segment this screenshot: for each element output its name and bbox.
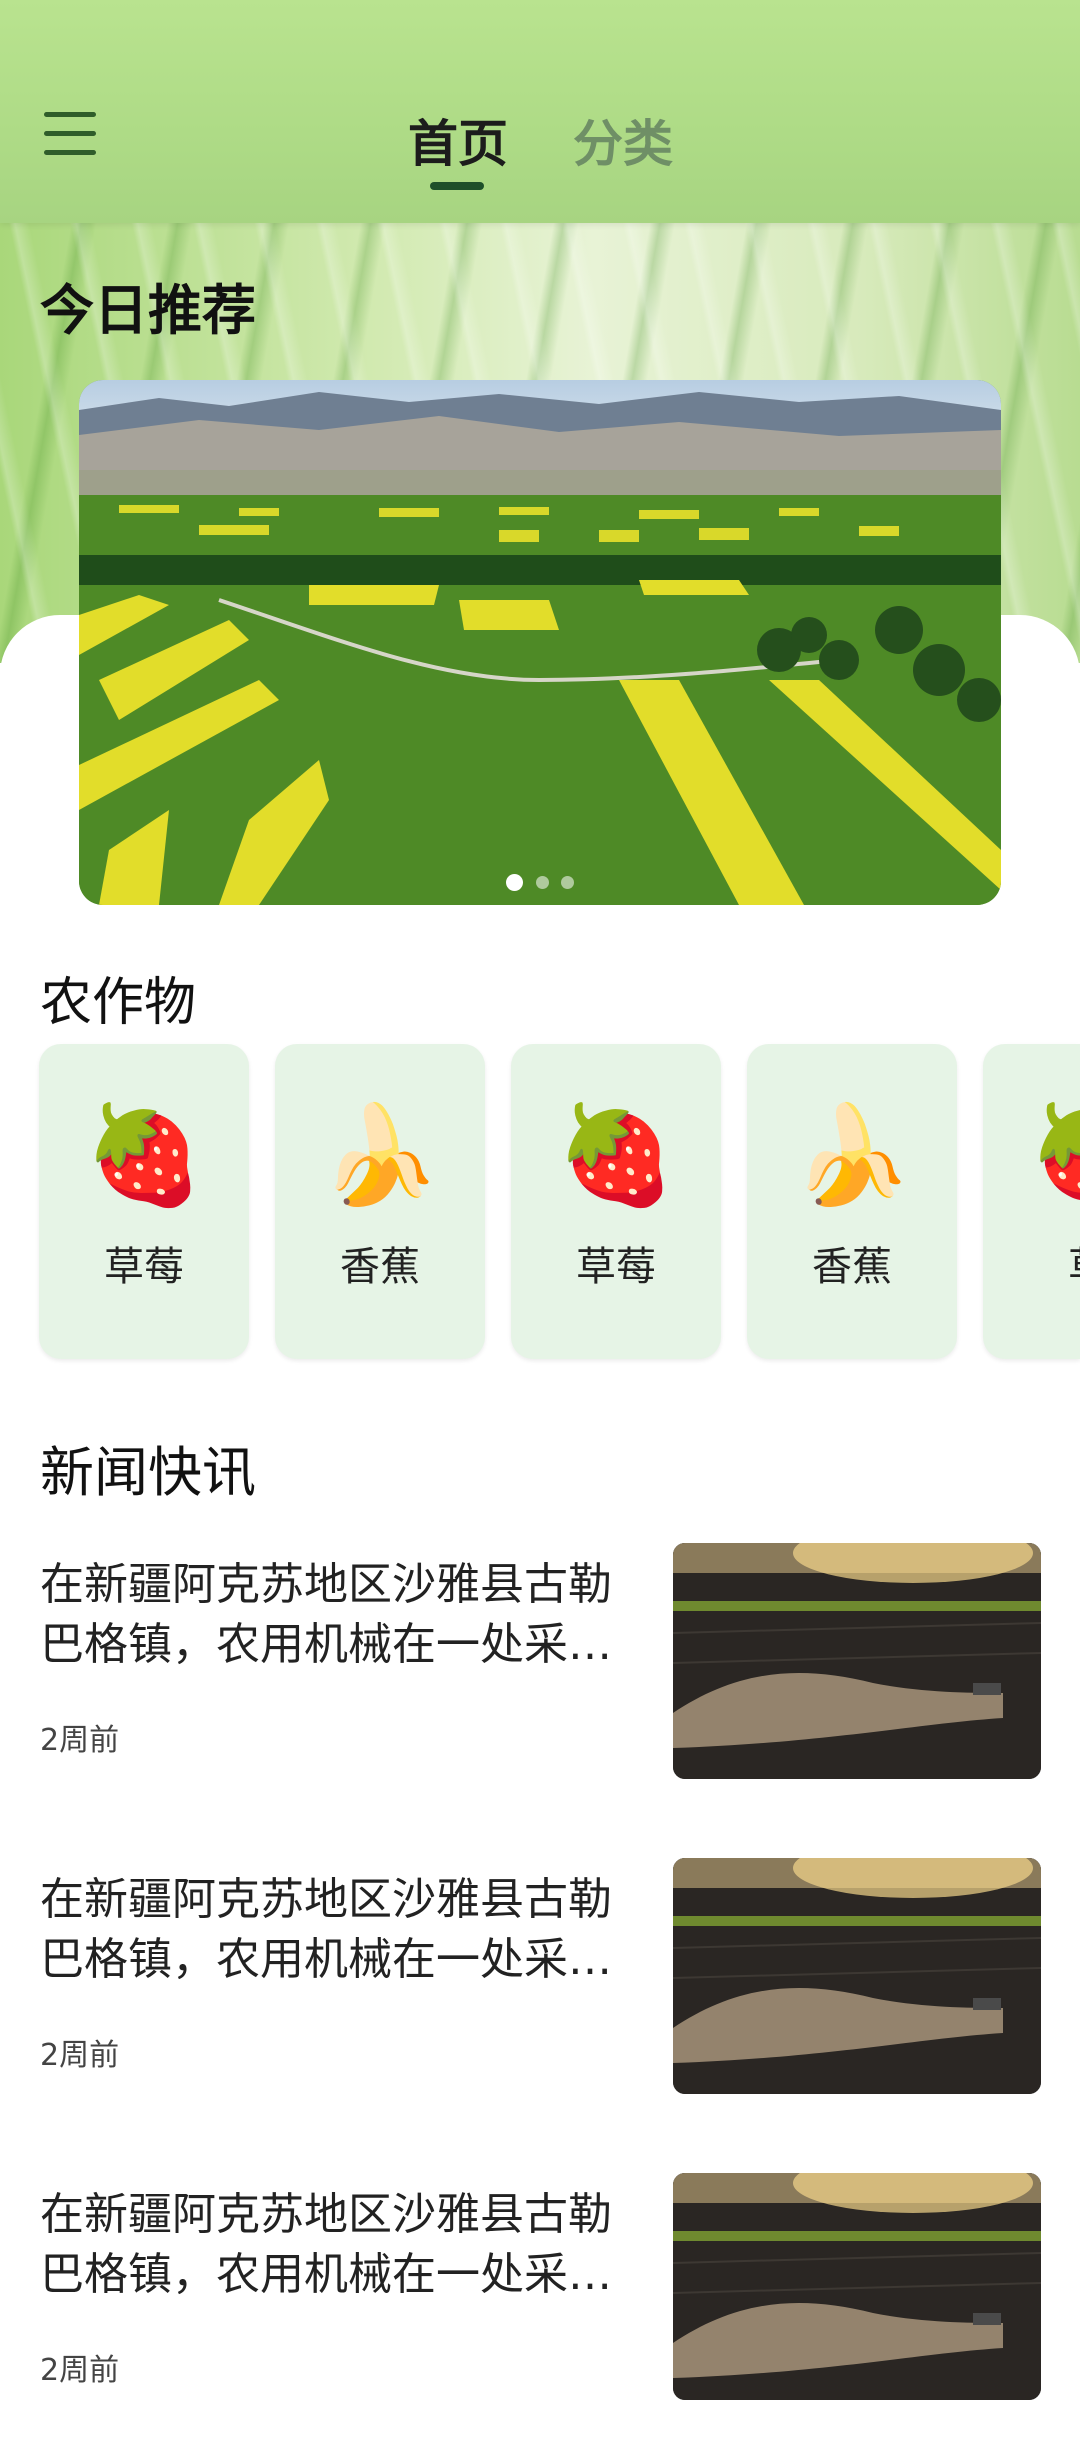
- tab-category[interactable]: 分类: [573, 104, 673, 176]
- news-time: 2周前: [40, 2038, 120, 2073]
- recommend-banner[interactable]: [79, 380, 1001, 905]
- crop-label: 草莓: [576, 1244, 656, 1290]
- news-title: 在新疆阿克苏地区沙雅县古勒巴格镇，农用机械在一处采…: [40, 1559, 612, 1670]
- section-title-news: 新闻快讯: [40, 1441, 256, 1504]
- strawberry-icon: 🍓: [556, 1099, 676, 1211]
- menu-icon[interactable]: [40, 108, 100, 160]
- tab-active-indicator: [430, 182, 484, 190]
- strawberry-icon: 🍓: [84, 1099, 204, 1211]
- pagination-dot: [536, 876, 549, 889]
- section-title-recommend: 今日推荐: [40, 279, 256, 342]
- banana-icon: 🍌: [792, 1099, 912, 1211]
- farmland-image: [79, 380, 1001, 905]
- field-dust-image: [673, 1543, 1041, 1779]
- crop-card[interactable]: 🍌 香蕉: [747, 1044, 957, 1359]
- crop-card[interactable]: 🍓 草莓: [511, 1044, 721, 1359]
- crop-card[interactable]: 🍌 香蕉: [275, 1044, 485, 1359]
- news-title: 在新疆阿克苏地区沙雅县古勒巴格镇，农用机械在一处采…: [40, 1874, 612, 1985]
- news-thumbnail: [673, 2173, 1041, 2400]
- section-title-crops: 农作物: [40, 973, 197, 1033]
- tab-home[interactable]: 首页: [408, 104, 508, 176]
- news-item[interactable]: 在新疆阿克苏地区沙雅县古勒巴格镇，农用机械在一处采… 2周前: [0, 1543, 1080, 1815]
- crop-card[interactable]: 🍓 草莓: [39, 1044, 249, 1359]
- news-thumbnail: [673, 1543, 1041, 1779]
- news-item[interactable]: 在新疆阿克苏地区沙雅县古勒巴格镇，农用机械在一处采… 2周前: [0, 1858, 1080, 2130]
- crop-label: 草: [983, 1234, 1080, 1292]
- news-time: 2周前: [40, 2353, 120, 2388]
- news-time: 2周前: [40, 1723, 120, 1758]
- news-item[interactable]: 在新疆阿克苏地区沙雅县古勒巴格镇，农用机械在一处采… 2周前: [0, 2173, 1080, 2445]
- crop-card[interactable]: 🍓 草: [983, 1044, 1080, 1359]
- crop-label: 香蕉: [812, 1244, 892, 1290]
- pagination-dot: [561, 876, 574, 889]
- top-app-bar: 首页 分类: [0, 0, 1080, 223]
- crop-label: 草莓: [104, 1244, 184, 1290]
- news-thumbnail: [673, 1858, 1041, 2094]
- field-dust-image: [673, 2173, 1041, 2400]
- banana-icon: 🍌: [320, 1099, 440, 1211]
- strawberry-icon: 🍓: [983, 1100, 1080, 1210]
- pagination-dot-active: [506, 874, 523, 891]
- field-dust-image: [673, 1858, 1041, 2094]
- news-title: 在新疆阿克苏地区沙雅县古勒巴格镇，农用机械在一处采…: [40, 2189, 612, 2300]
- crop-label: 香蕉: [340, 1244, 420, 1290]
